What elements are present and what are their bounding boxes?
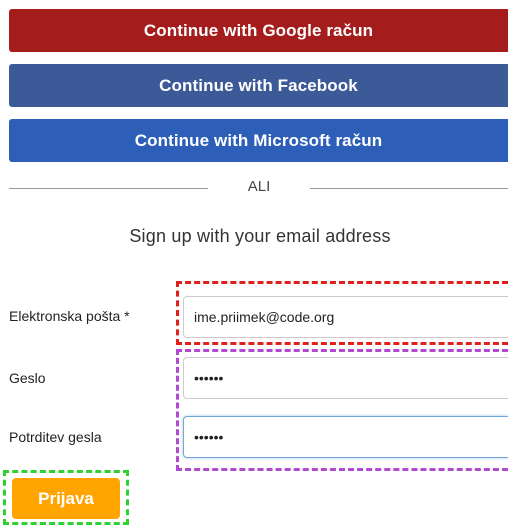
email-label: Elektronska pošta * [9,308,130,324]
divider-text: ALI [247,178,271,195]
signup-heading: Sign up with your email address [129,226,391,246]
password-label: Geslo [9,370,46,386]
facebook-signin-button[interactable]: Continue with Facebook [9,64,508,107]
signup-page: Continue with Google račun Continue with… [0,0,508,527]
confirm-password-label: Potrditev gesla [9,429,102,445]
submit-button[interactable]: Prijava [12,478,120,519]
divider-line-left [9,188,208,189]
google-signin-button[interactable]: Continue with Google račun [9,9,508,52]
email-field[interactable] [183,296,508,338]
divider-line-right [310,188,508,189]
password-field[interactable] [183,357,508,399]
microsoft-signin-button[interactable]: Continue with Microsoft račun [9,119,508,162]
confirm-password-field[interactable] [183,416,508,458]
